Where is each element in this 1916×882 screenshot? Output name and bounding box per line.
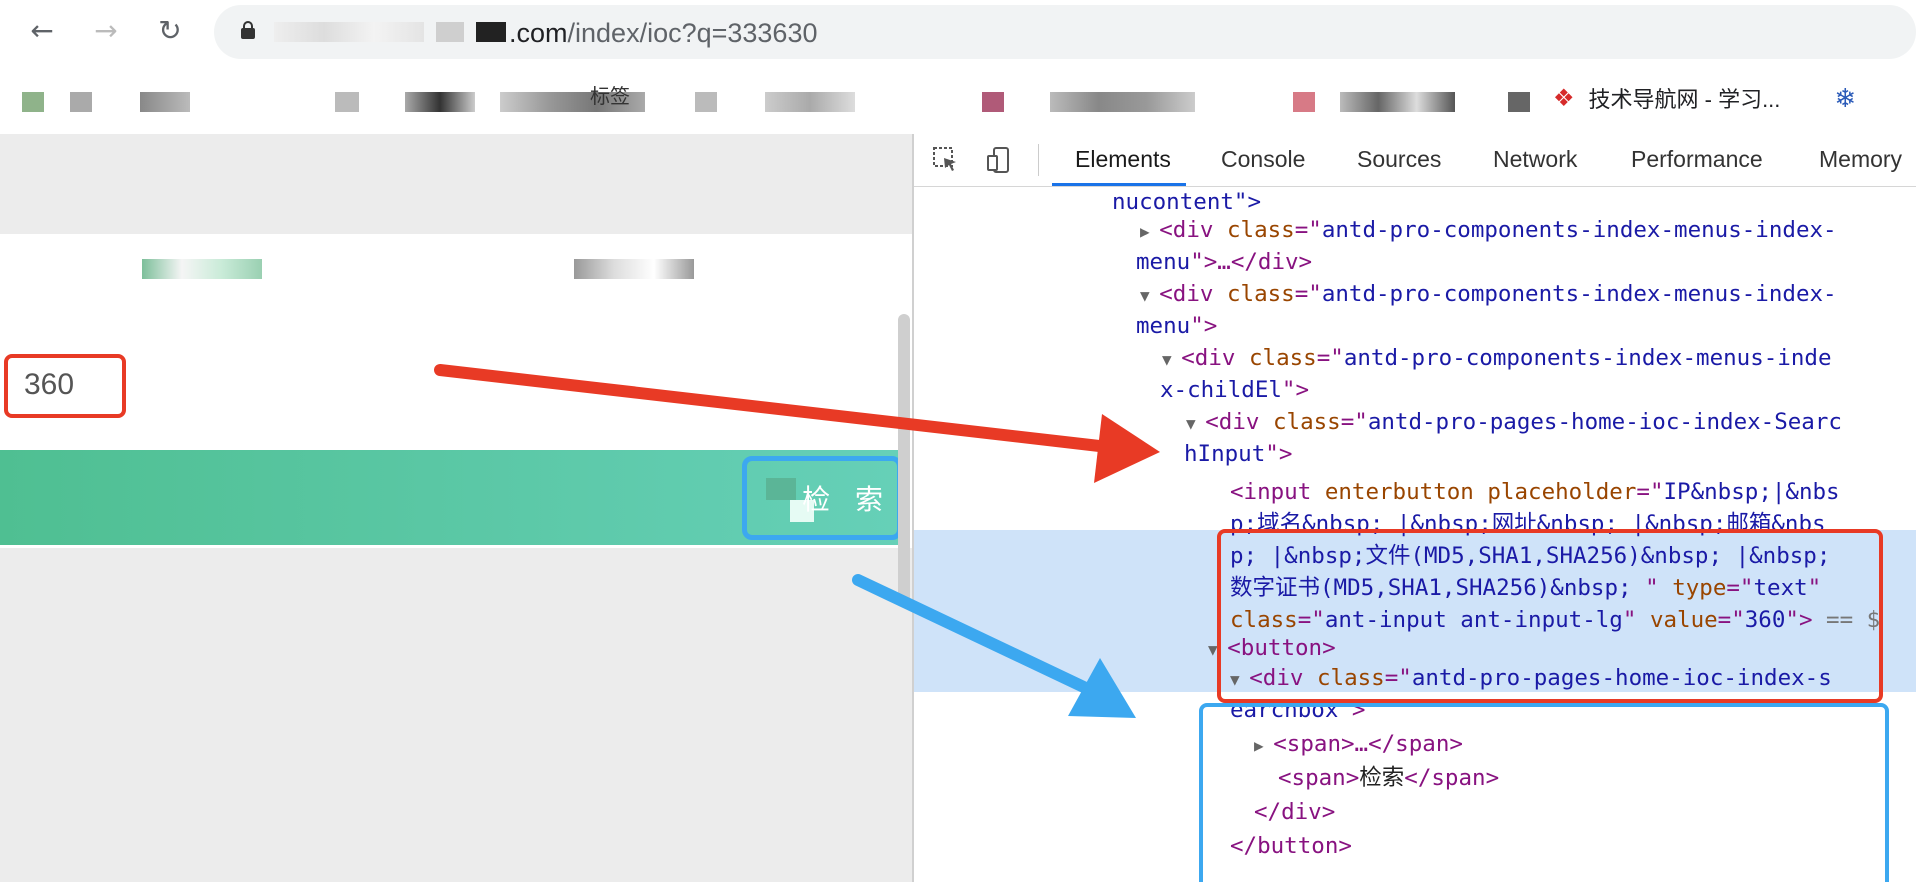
dom-text: ">	[1265, 441, 1293, 467]
dom-text: ="	[1316, 345, 1344, 371]
back-icon[interactable]: ←	[24, 12, 60, 48]
bookmark-item[interactable]	[405, 92, 475, 112]
tab-memory[interactable]: Memory	[1819, 146, 1902, 173]
url-text: .com/index/ioc?q=333630	[509, 18, 817, 49]
web-page: 360 检 索	[0, 134, 912, 882]
bookmark-favicon[interactable]	[982, 92, 1004, 112]
bookmark-favicon[interactable]	[1293, 92, 1315, 112]
dom-text: antd-pro-components-index-menus-index-	[1321, 281, 1837, 307]
tab-elements[interactable]: Elements	[1075, 146, 1171, 173]
collapse-triangle-icon[interactable]: ▼	[1162, 350, 1181, 369]
dom-text: class	[1227, 281, 1295, 307]
url-path: /index/ioc?q=333630	[567, 18, 818, 48]
dom-text: <div	[1205, 409, 1273, 435]
dom-text: antd-pro-components-index-menus-inde	[1343, 345, 1832, 371]
bookmark-favicon[interactable]	[70, 92, 92, 112]
dom-text: menu	[1136, 313, 1191, 339]
lock-icon	[240, 21, 256, 39]
dom-text: class	[1227, 217, 1295, 243]
bookmark-item[interactable]	[1340, 92, 1455, 112]
tab-network[interactable]: Network	[1493, 146, 1577, 173]
devtools-panel: Elements Console Sources Network Perform…	[914, 134, 1916, 882]
inspect-element-icon[interactable]	[932, 146, 960, 174]
search-input[interactable]: 360	[4, 354, 126, 418]
collapse-triangle-icon[interactable]: ▼	[1140, 286, 1159, 305]
dom-text: nucontent">	[1112, 189, 1262, 215]
device-toolbar-icon[interactable]	[984, 146, 1012, 174]
forward-icon[interactable]: →	[88, 12, 124, 48]
bookmark-item[interactable]	[765, 92, 855, 112]
dom-line[interactable]: ▼ <div class="antd-pro-pages-home-ioc-in…	[1186, 406, 1842, 440]
bookmark-folder-label[interactable]: 标签	[590, 80, 630, 109]
redacted-url	[476, 22, 506, 42]
snowflake-icon: ❄	[1834, 82, 1857, 113]
dom-line[interactable]: hInput">	[1184, 438, 1292, 470]
redacted-url	[274, 22, 424, 42]
tab-sources[interactable]: Sources	[1357, 146, 1441, 173]
annotation-blue-box	[1199, 703, 1889, 882]
bookmark-label: 技术导航网 - 学习...	[1588, 87, 1781, 112]
dom-line[interactable]: menu">…</div>	[1136, 246, 1312, 278]
url-domain: .com	[509, 18, 568, 48]
tab-console[interactable]: Console	[1221, 146, 1305, 173]
redacted-nav	[142, 259, 262, 279]
tech-nav-favicon-icon: ❖	[1553, 84, 1575, 112]
dom-text: <input	[1230, 479, 1325, 505]
dom-text: menu	[1136, 249, 1191, 275]
toolbar-separator	[1038, 144, 1039, 176]
dom-text: <div	[1159, 217, 1227, 243]
bookmark-item[interactable]	[1050, 92, 1195, 112]
expand-triangle-icon[interactable]: ▶	[1140, 222, 1159, 241]
bookmark-favicon[interactable]	[1508, 92, 1530, 112]
page-header-area	[0, 134, 912, 234]
page-scrollbar[interactable]	[898, 314, 910, 604]
dom-text: x-childEl	[1160, 377, 1282, 403]
dom-line[interactable]: menu">	[1136, 310, 1217, 342]
devtools-toolbar: Elements Console Sources Network Perform…	[914, 134, 1916, 187]
dom-tree: nucontent"> ▶ <div class="antd-pro-compo…	[914, 186, 1916, 882]
page-body-area	[0, 548, 912, 882]
dom-text: class	[1273, 409, 1341, 435]
redacted-nav	[574, 259, 694, 279]
dom-line[interactable]: ▼ <div class="antd-pro-components-index-…	[1162, 342, 1832, 376]
dom-line-input[interactable]: <input enterbutton placeholder="IP&nbsp;…	[1230, 476, 1840, 508]
dom-text: IP&nbsp;|&nbs	[1663, 479, 1840, 505]
dom-line[interactable]: ▼ <div class="antd-pro-components-index-…	[1140, 278, 1837, 312]
dom-text: ="	[1340, 409, 1368, 435]
dom-text: <div	[1181, 345, 1249, 371]
annotation-red-box	[1217, 529, 1883, 703]
dom-text: ">	[1190, 313, 1218, 339]
dom-text: ">…</div>	[1190, 249, 1313, 275]
address-bar[interactable]: .com/index/ioc?q=333630	[214, 5, 1916, 59]
search-button[interactable]: 检 索	[742, 456, 902, 540]
redacted-url	[436, 22, 464, 42]
dom-line[interactable]: ▶ <div class="antd-pro-components-index-…	[1140, 214, 1837, 248]
dom-text: ="	[1636, 479, 1664, 505]
dom-text: ="	[1294, 217, 1322, 243]
dom-line[interactable]: x-childEl">	[1160, 374, 1309, 406]
dom-text: placeholder	[1487, 479, 1637, 505]
reload-icon[interactable]: ↻	[152, 12, 188, 48]
dom-text: enterbutton	[1324, 479, 1488, 505]
dom-text: antd-pro-components-index-menus-index-	[1321, 217, 1837, 243]
dom-text: ="	[1294, 281, 1322, 307]
browser-toolbar: ← → ↻ .com/index/ioc?q=333630	[0, 0, 1916, 62]
bookmark-item[interactable]	[140, 92, 190, 112]
bookmarks-bar: 标签 ❖ 技术导航网 - 学习... ❄	[0, 62, 1916, 134]
bookmark-item[interactable]	[335, 92, 359, 112]
bookmark-tech-nav[interactable]: ❖ 技术导航网 - 学习... ❄	[1553, 82, 1856, 114]
collapse-triangle-icon[interactable]: ▼	[1186, 414, 1205, 433]
dom-text: class	[1249, 345, 1317, 371]
bookmark-favicon[interactable]	[22, 92, 44, 112]
bookmark-item[interactable]	[695, 92, 717, 112]
tab-performance[interactable]: Performance	[1631, 146, 1763, 173]
dom-text: ">	[1281, 377, 1310, 403]
dom-text: <div	[1159, 281, 1227, 307]
dom-text: antd-pro-pages-home-ioc-index-Searc	[1367, 409, 1842, 435]
dom-text: hInput	[1184, 441, 1266, 467]
